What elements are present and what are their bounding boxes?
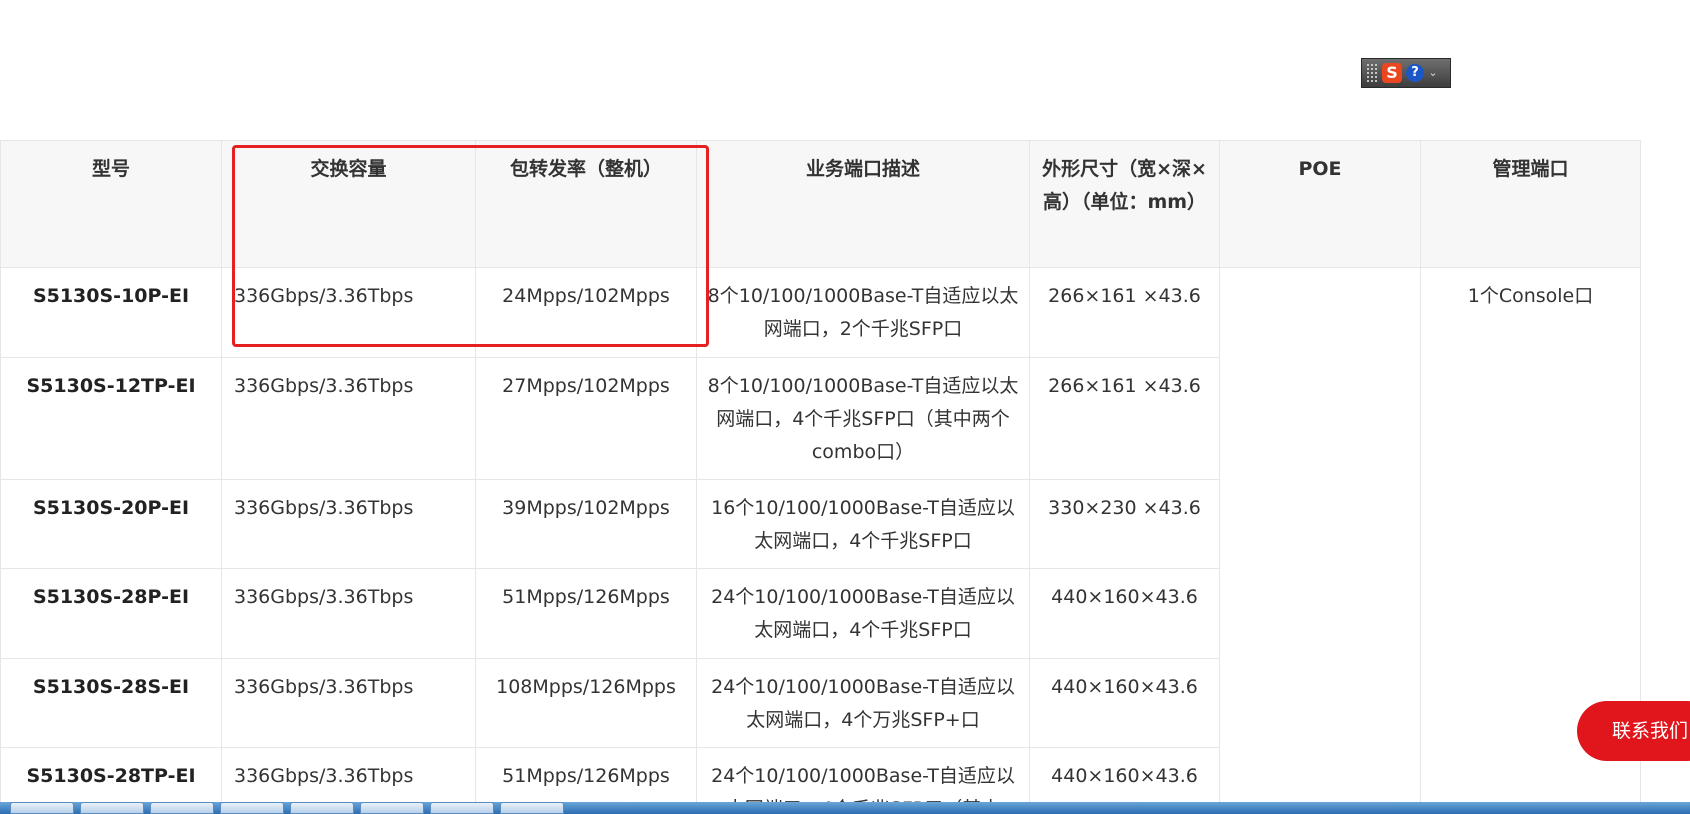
- cell-dimensions: 266×161 ×43.6: [1029, 267, 1220, 358]
- taskbar: [0, 802, 1690, 814]
- table-row: S5130S-10P-EI 336Gbps/3.36Tbps 24Mpps/10…: [0, 267, 1641, 814]
- cell-ports: 24个10/100/1000Base-T自适应以太网端口，4个万兆SFP+口: [696, 658, 1030, 748]
- cell-forwarding: 24Mpps/102Mpps: [475, 267, 697, 358]
- table-header-row: 型号 交换容量 包转发率（整机） 业务端口描述 外形尺寸（宽×深×高）（单位：m…: [0, 140, 1641, 268]
- cell-capacity: 336Gbps/3.36Tbps: [221, 357, 476, 480]
- cell-dimensions: 440×160×43.6: [1029, 658, 1220, 748]
- cell-capacity: 336Gbps/3.36Tbps: [221, 568, 476, 659]
- sogou-logo-icon[interactable]: S: [1382, 63, 1402, 83]
- taskbar-item[interactable]: [360, 802, 424, 814]
- spec-table-container: 型号 交换容量 包转发率（整机） 业务端口描述 外形尺寸（宽×深×高）（单位：m…: [0, 140, 1641, 814]
- ime-toolbar[interactable]: S ? ⌄: [1361, 58, 1451, 88]
- cell-capacity: 336Gbps/3.36Tbps: [221, 479, 476, 569]
- header-management: 管理端口: [1420, 140, 1641, 268]
- cell-model: S5130S-28P-EI: [0, 568, 222, 659]
- header-forwarding: 包转发率（整机）: [475, 140, 697, 268]
- header-poe: POE: [1219, 140, 1421, 268]
- taskbar-item[interactable]: [430, 802, 494, 814]
- spec-table: 型号 交换容量 包转发率（整机） 业务端口描述 外形尺寸（宽×深×高）（单位：m…: [0, 140, 1641, 814]
- help-icon[interactable]: ?: [1406, 64, 1424, 82]
- cell-model: S5130S-12TP-EI: [0, 357, 222, 480]
- cell-model: S5130S-10P-EI: [0, 267, 222, 358]
- cell-forwarding: 27Mpps/102Mpps: [475, 357, 697, 480]
- chevron-down-icon[interactable]: ⌄: [1428, 67, 1438, 78]
- header-capacity: 交换容量: [221, 140, 476, 268]
- cell-dimensions: 440×160×43.6: [1029, 568, 1220, 659]
- cell-forwarding: 51Mpps/126Mpps: [475, 568, 697, 659]
- cell-ports: 24个10/100/1000Base-T自适应以太网端口，4个千兆SFP口: [696, 568, 1030, 659]
- cell-model: S5130S-20P-EI: [0, 479, 222, 569]
- taskbar-item[interactable]: [220, 802, 284, 814]
- cell-ports: 8个10/100/1000Base-T自适应以太网端口，2个千兆SFP口: [696, 267, 1030, 358]
- cell-forwarding: 39Mpps/102Mpps: [475, 479, 697, 569]
- taskbar-item[interactable]: [290, 802, 354, 814]
- header-dimensions: 外形尺寸（宽×深×高）（单位：mm）: [1029, 140, 1220, 268]
- taskbar-item[interactable]: [150, 802, 214, 814]
- cell-capacity: 336Gbps/3.36Tbps: [221, 267, 476, 358]
- cell-dimensions: 266×161 ×43.6: [1029, 357, 1220, 480]
- drag-grip-icon[interactable]: [1366, 63, 1378, 83]
- taskbar-item[interactable]: [80, 802, 144, 814]
- cell-capacity: 336Gbps/3.36Tbps: [221, 658, 476, 748]
- cell-ports: 16个10/100/1000Base-T自适应以太网端口，4个千兆SFP口: [696, 479, 1030, 569]
- header-model: 型号: [0, 140, 222, 268]
- header-ports: 业务端口描述: [696, 140, 1030, 268]
- cell-poe: [1219, 267, 1421, 814]
- cell-forwarding: 108Mpps/126Mpps: [475, 658, 697, 748]
- cell-ports: 8个10/100/1000Base-T自适应以太网端口，4个千兆SFP口（其中两…: [696, 357, 1030, 480]
- taskbar-item[interactable]: [10, 802, 74, 814]
- cell-dimensions: 330×230 ×43.6: [1029, 479, 1220, 569]
- contact-us-button[interactable]: 联系我们: [1577, 701, 1690, 761]
- cell-model: S5130S-28S-EI: [0, 658, 222, 748]
- taskbar-item[interactable]: [500, 802, 564, 814]
